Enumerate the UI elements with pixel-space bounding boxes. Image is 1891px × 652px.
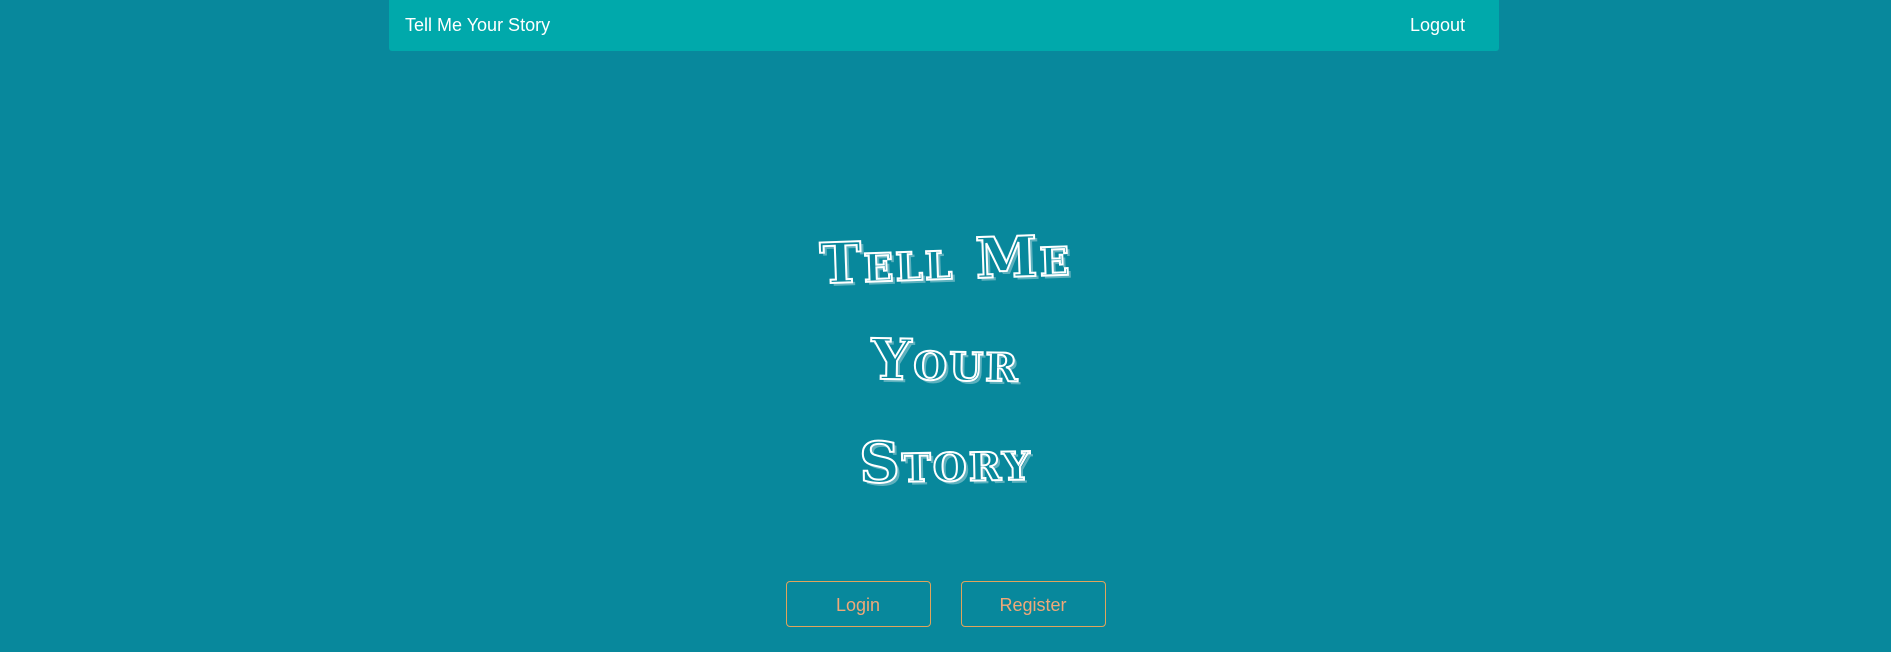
top-navbar: Tell Me Your Story Logout [389, 0, 1499, 51]
logout-link[interactable]: Logout [1410, 15, 1465, 36]
auth-actions: Login Register [0, 581, 1891, 627]
brand-link[interactable]: Tell Me Your Story [405, 15, 550, 36]
hero-title: Tell Me Your Story [0, 210, 1891, 513]
login-button[interactable]: Login [785, 581, 931, 627]
hero-title-line-3: Story [858, 426, 1034, 497]
register-button[interactable]: Register [960, 581, 1106, 627]
